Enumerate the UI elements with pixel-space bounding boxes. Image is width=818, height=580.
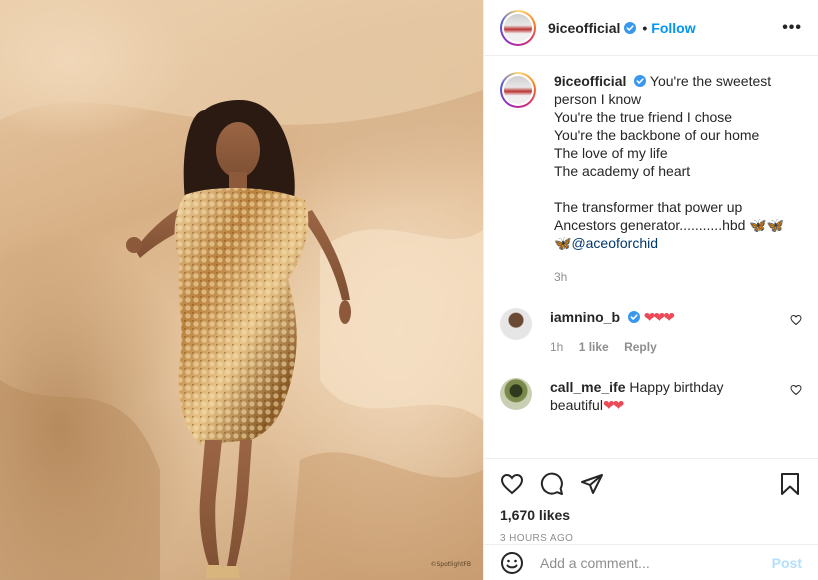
comment-body: call_me_ife Happy birthday beautiful❤❤ <box>550 378 760 414</box>
comment-item: call_me_ife Happy birthday beautiful❤❤ <box>500 378 802 414</box>
comments-section: 9iceofficial You're the sweetest person … <box>484 56 818 458</box>
commenter-avatar[interactable] <box>500 378 532 410</box>
caption-username[interactable]: 9iceofficial <box>554 73 626 89</box>
separator-dot: • <box>642 19 648 36</box>
comment-item: iamnino_b ❤❤❤ 1h 1 like Reply <box>500 308 802 356</box>
post-comment-button[interactable]: Post <box>772 555 802 571</box>
caption-line: person I know <box>554 91 642 107</box>
verified-badge-icon <box>627 311 640 323</box>
post-details-panel: 9iceofficial • Follow ••• 9iceofficial Y… <box>483 0 818 580</box>
comment-body: iamnino_b ❤❤❤ 1h 1 like Reply <box>550 308 760 356</box>
photo-watermark: ©SpotlightFB <box>430 561 471 568</box>
heart-icon[interactable] <box>500 472 524 496</box>
author-username[interactable]: 9iceofficial <box>548 20 620 36</box>
more-options-icon[interactable]: ••• <box>782 19 802 37</box>
avatar-image <box>504 76 532 104</box>
post-timestamp[interactable]: 3 HOURS AGO <box>500 533 802 544</box>
share-icon[interactable] <box>580 472 604 496</box>
post-header: 9iceofficial • Follow ••• <box>484 0 818 56</box>
post-modal: ©SpotlightFB 9iceofficial • Follow ••• 9… <box>0 0 818 580</box>
commenter-username[interactable]: call_me_ife <box>550 379 626 395</box>
caption-line: The academy of heart <box>554 163 691 179</box>
like-count[interactable]: 1,670 likes <box>500 507 802 523</box>
comment-likes[interactable]: 1 like <box>579 340 609 354</box>
verified-badge-icon <box>634 75 647 87</box>
comment-hearts: ❤❤ <box>602 397 625 413</box>
reply-button[interactable]: Reply <box>624 340 657 354</box>
avatar-image <box>504 13 532 42</box>
author-avatar[interactable] <box>500 9 536 46</box>
caption-line-1: 9iceofficial You're the sweetest <box>554 72 784 90</box>
bookmark-icon[interactable] <box>778 472 802 496</box>
caption-line-hbd: Ancestors generator...........hbd 🦋🦋 <box>554 216 784 234</box>
comment-icon[interactable] <box>540 472 564 496</box>
caption-text: 9iceofficial You're the sweetest person … <box>554 72 784 286</box>
caption-time[interactable]: 3h <box>554 268 784 286</box>
caption-line: You're the sweetest <box>649 73 772 89</box>
follow-button[interactable]: Follow <box>651 20 695 36</box>
emoji-icon[interactable] <box>500 551 524 575</box>
photo-illustration <box>0 0 483 580</box>
butterfly-emoji: 🦋🦋 <box>749 217 785 233</box>
avatar-inner <box>502 11 534 44</box>
caption-line: Ancestors generator...........hbd <box>554 217 746 233</box>
like-comment-heart-icon[interactable] <box>790 384 802 396</box>
avatar-inner <box>502 74 534 106</box>
caption-line: The love of my life <box>554 145 668 161</box>
caption-line: The transformer that power up <box>554 199 743 215</box>
comment-meta: 1h 1 like Reply <box>550 338 760 356</box>
commenter-username[interactable]: iamnino_b <box>550 309 620 325</box>
verified-badge-icon <box>624 21 637 34</box>
caption-line: You're the true friend I chose <box>554 109 733 125</box>
caption: 9iceofficial You're the sweetest person … <box>500 72 802 286</box>
post-actions: 1,670 likes 3 HOURS AGO <box>484 458 818 544</box>
comment-text: ❤❤❤ <box>643 309 675 325</box>
action-icons <box>500 471 802 497</box>
comment-input[interactable] <box>540 554 772 571</box>
caption-line: You're the backbone of our home <box>554 127 760 143</box>
comment-composer: Post <box>484 544 818 580</box>
post-photo[interactable]: ©SpotlightFB <box>0 0 483 580</box>
caption-avatar[interactable] <box>500 72 536 108</box>
butterfly-emoji: 🦋 <box>554 235 572 251</box>
caption-line-mention: 🦋@aceoforchid <box>554 234 784 252</box>
commenter-avatar[interactable] <box>500 308 532 340</box>
like-comment-heart-icon[interactable] <box>790 314 802 326</box>
mention-link[interactable]: @aceoforchid <box>571 235 658 251</box>
comment-time[interactable]: 1h <box>550 340 563 354</box>
